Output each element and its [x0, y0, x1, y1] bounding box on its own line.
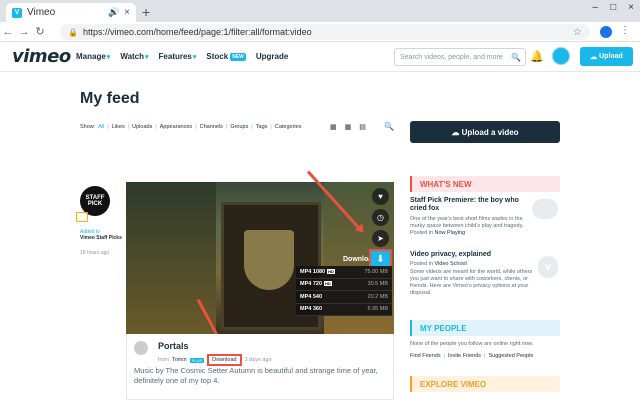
- vimeo-v-icon: v: [538, 256, 558, 278]
- tab-title: Vimeo: [27, 7, 56, 18]
- filter-likes[interactable]: Likes: [112, 124, 125, 130]
- page-title: My feed: [80, 90, 140, 107]
- folder-icon: [76, 212, 88, 222]
- vimeo-logo[interactable]: vimeo: [12, 46, 71, 67]
- window-controls: – □ ×: [593, 2, 634, 13]
- filter-tags[interactable]: Tags: [256, 124, 268, 130]
- time-ago: 18 hours ago: [80, 250, 110, 256]
- nav-watch[interactable]: Watch▾: [120, 52, 148, 61]
- download-option[interactable]: MP4 540 20.2 MB: [296, 291, 392, 304]
- new-badge: NEW: [230, 52, 246, 61]
- filter-categories[interactable]: Categories: [275, 124, 302, 130]
- author-link[interactable]: Tomin: [172, 357, 187, 363]
- news-text: Some videos are meant for the world, whi…: [410, 269, 533, 296]
- close-window-icon[interactable]: ×: [628, 2, 634, 13]
- filter-channels[interactable]: Channels: [200, 124, 223, 130]
- extension-icon[interactable]: [600, 26, 612, 38]
- upload-cloud-icon: ☁: [590, 53, 600, 61]
- download-menu: MP4 1080 HD 75.00 MB MP4 720 HD 30.5 MB MP4 …: [296, 266, 392, 316]
- back-icon[interactable]: ←: [0, 26, 16, 38]
- forward-icon[interactable]: →: [16, 26, 32, 38]
- news-title[interactable]: Staff Pick Premiere: the boy who cried f…: [410, 197, 530, 213]
- like-heart-icon[interactable]: ♥: [372, 188, 389, 205]
- download-option[interactable]: MP4 720 HD 30.5 MB: [296, 279, 392, 291]
- filter-uploads[interactable]: Uploads: [132, 124, 152, 130]
- suggested-people-link[interactable]: Suggested People: [488, 353, 533, 359]
- news-posted: Posted in Video School: [410, 261, 467, 267]
- reload-icon[interactable]: ↻: [32, 25, 48, 38]
- browser-menu-icon[interactable]: ⋮: [620, 25, 630, 36]
- filter-appearances[interactable]: Appearances: [160, 124, 192, 130]
- maximize-icon[interactable]: □: [610, 2, 616, 13]
- find-friends-link[interactable]: Find Friends: [410, 353, 441, 359]
- list-view-icon[interactable]: ▦: [330, 123, 337, 131]
- upload-video-button[interactable]: ☁ Upload a video: [410, 121, 560, 143]
- vimeo-favicon-icon: V: [12, 7, 22, 18]
- upload-button[interactable]: ☁ Upload: [580, 47, 633, 66]
- shield-crest: [244, 230, 294, 290]
- my-people-heading: MY PEOPLE: [410, 320, 560, 336]
- grid-view-icon[interactable]: ▦: [345, 123, 352, 131]
- news-posted: Posted in Now Playing: [410, 230, 466, 236]
- url-text: https://vimeo.com/home/feed/page:1/filte…: [82, 27, 312, 37]
- nav-upgrade[interactable]: Upgrade: [256, 52, 288, 61]
- address-bar: ← → ↻ 🔒 https://vimeo.com/home/feed/page…: [0, 22, 640, 42]
- my-people-links: Find Friends | Invite Friends | Suggested …: [410, 353, 534, 359]
- url-field[interactable]: 🔒 https://vimeo.com/home/feed/page:1/fil…: [60, 24, 590, 40]
- bookmark-star-icon[interactable]: ☆: [573, 27, 582, 38]
- explore-heading: EXPLORE VIMEO: [410, 376, 560, 392]
- my-people-text: None of the people you follow are online…: [410, 341, 534, 347]
- video-actions: ♥ ◷ ➤: [372, 188, 389, 247]
- upload-cloud-icon: ☁: [451, 127, 462, 137]
- share-icon[interactable]: ➤: [372, 230, 389, 247]
- download-option[interactable]: MP4 1080 HD 75.00 MB: [296, 266, 392, 279]
- news-title[interactable]: Video privacy, explained: [410, 251, 530, 259]
- nav-manage[interactable]: Manage▾: [76, 52, 110, 61]
- nav-features[interactable]: Features▾: [159, 52, 197, 61]
- video-title[interactable]: Portals: [158, 341, 189, 351]
- main-nav: Manage▾ Watch▾ Features▾ Stock NEW Upgrad…: [76, 52, 288, 61]
- view-toggle: ▦ ▦ ▤: [330, 123, 366, 131]
- site-header: vimeo Manage▾ Watch▾ Features▾ Stock NEW …: [0, 42, 640, 72]
- new-tab-icon[interactable]: +: [142, 4, 150, 20]
- download-link[interactable]: Download: [207, 354, 242, 366]
- invite-friends-link[interactable]: Invite Friends: [448, 353, 481, 359]
- browser-tab-bar: V Vimeo 🔊 × + – □ ×: [0, 0, 640, 22]
- browser-tab[interactable]: V Vimeo 🔊 ×: [6, 3, 136, 22]
- nav-stock[interactable]: Stock NEW: [206, 52, 246, 61]
- watch-later-clock-icon[interactable]: ◷: [372, 209, 389, 226]
- speaker-icon[interactable]: 🔊: [108, 7, 119, 18]
- whats-new-heading: WHAT'S NEW: [410, 176, 560, 192]
- filter-all[interactable]: All: [98, 124, 104, 130]
- feed-search-icon[interactable]: 🔍: [384, 122, 394, 131]
- site-search-input[interactable]: Search videos, people, and more 🔍: [394, 48, 526, 66]
- video-description: Music by The Cosmic Setter Autumn is bea…: [134, 366, 378, 385]
- download-option[interactable]: MP4 360 5.95 MB: [296, 304, 392, 316]
- plus-badge: PLUS: [189, 357, 205, 363]
- close-tab-icon[interactable]: ×: [124, 7, 130, 18]
- posted-time: 3 days ago: [244, 357, 272, 363]
- minimize-icon[interactable]: –: [593, 2, 599, 13]
- author-avatar[interactable]: [134, 341, 148, 355]
- user-avatar[interactable]: [552, 47, 570, 65]
- speech-bubble-icon: [532, 199, 558, 219]
- channel-link[interactable]: Vimeo Staff Picks: [80, 235, 130, 241]
- notifications-bell-icon[interactable]: 🔔: [530, 50, 544, 63]
- feed-filters: Show: All | Likes | Uploads | Appearances | …: [80, 124, 302, 130]
- filter-groups[interactable]: Groups: [230, 124, 248, 130]
- search-icon[interactable]: 🔍: [511, 53, 521, 62]
- lock-icon: 🔒: [68, 27, 78, 37]
- compact-view-icon[interactable]: ▤: [359, 123, 366, 131]
- news-text: One of the year's best short films wades…: [410, 216, 524, 229]
- video-byline: from Tomin PLUS Download 3 days ago: [158, 354, 272, 366]
